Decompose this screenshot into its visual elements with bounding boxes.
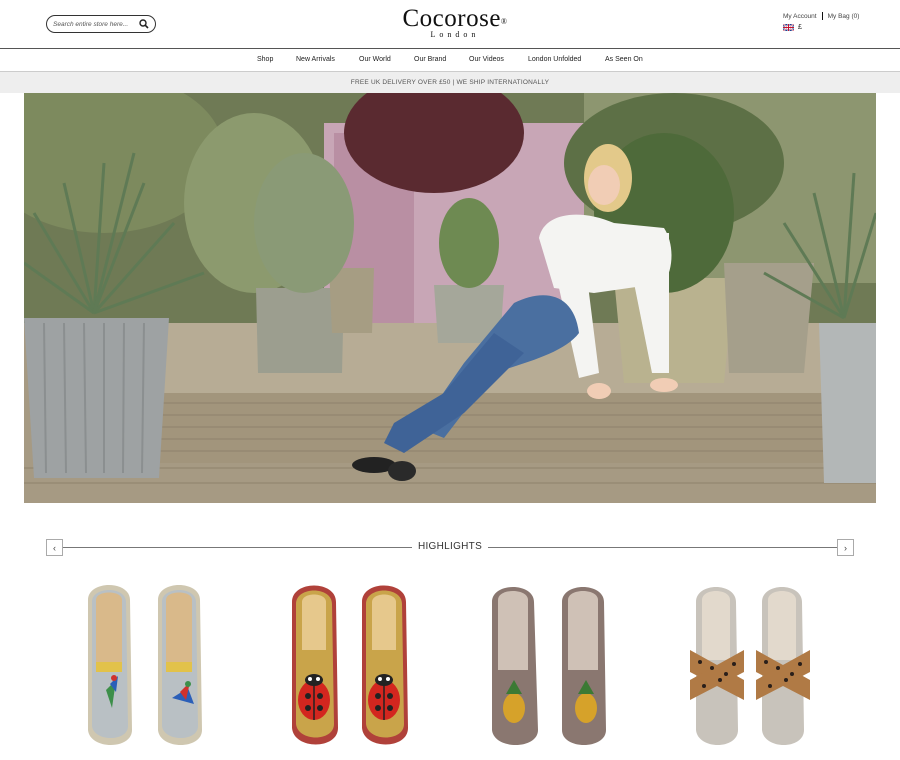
- hero-banner-image[interactable]: [24, 93, 876, 503]
- carousel-next-button[interactable]: ›: [837, 539, 854, 556]
- logo-brand: Cocorose: [402, 5, 501, 32]
- my-bag-link[interactable]: My Bag (0): [828, 13, 860, 20]
- nav-item-our-videos[interactable]: Our Videos: [469, 56, 504, 63]
- uk-flag-icon: [783, 24, 794, 31]
- ladybird-espadrille-icon: [292, 585, 408, 745]
- main-navigation: Shop New Arrivals Our World Our Brand Ou…: [0, 48, 900, 72]
- nav-item-shop[interactable]: Shop: [257, 56, 273, 63]
- highlights-rule-right: [488, 547, 837, 548]
- logo-registered-mark: ®: [500, 17, 508, 26]
- currency-symbol: £: [798, 24, 802, 31]
- search-icon[interactable]: [139, 19, 149, 29]
- nav-item-london-unfolded[interactable]: London Unfolded: [528, 56, 581, 63]
- carousel-prev-button[interactable]: ‹: [46, 539, 63, 556]
- account-divider: [821, 12, 823, 20]
- highlights-header: ‹ HIGHLIGHTS ›: [46, 539, 854, 556]
- leopard-cross-strap-flat-icon: [690, 587, 810, 745]
- highlights-carousel: [0, 580, 900, 755]
- search-box[interactable]: [46, 15, 156, 33]
- currency-selector[interactable]: £: [783, 24, 802, 31]
- product-parrot-espadrille[interactable]: [80, 580, 220, 750]
- product-pineapple-ballet-flat[interactable]: [478, 580, 618, 750]
- search-input[interactable]: [53, 20, 139, 28]
- hero-illustration: [24, 93, 876, 503]
- chevron-left-icon: ‹: [53, 542, 56, 553]
- parrot-espadrille-icon: [88, 585, 202, 745]
- site-header: Cocorose® London My Account My Bag (0) £: [0, 0, 900, 48]
- highlights-title: HIGHLIGHTS: [417, 541, 483, 552]
- nav-item-new-arrivals[interactable]: New Arrivals: [296, 56, 335, 63]
- site-logo[interactable]: Cocorose® London: [370, 6, 540, 39]
- nav-item-our-brand[interactable]: Our Brand: [414, 56, 446, 63]
- logo-subtitle: London: [430, 30, 480, 39]
- my-account-link[interactable]: My Account: [783, 13, 817, 20]
- product-leopard-cross-strap-flat[interactable]: [680, 580, 820, 750]
- chevron-right-icon: ›: [844, 542, 847, 553]
- product-ladybird-espadrille[interactable]: [282, 580, 422, 750]
- pineapple-ballet-flat-icon: [492, 587, 606, 745]
- nav-item-our-world[interactable]: Our World: [359, 56, 391, 63]
- delivery-banner[interactable]: FREE UK DELIVERY OVER £50 | WE SHIP INTE…: [0, 72, 900, 93]
- nav-item-as-seen-on[interactable]: As Seen On: [605, 56, 643, 63]
- account-links: My Account My Bag (0): [783, 12, 859, 20]
- highlights-rule-left: [63, 547, 412, 548]
